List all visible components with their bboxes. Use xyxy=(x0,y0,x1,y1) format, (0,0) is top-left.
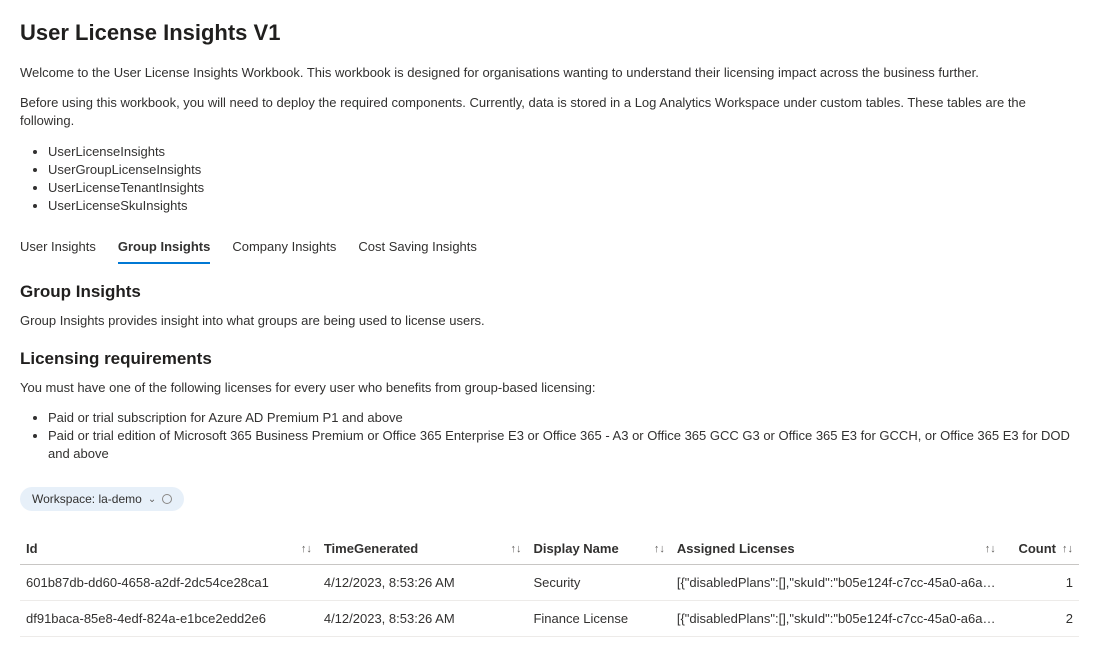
table-row[interactable]: df91baca-85e8-4edf-824a-e1bce2edd2e6 4/1… xyxy=(20,601,1079,637)
section-heading-licensing-requirements: Licensing requirements xyxy=(20,349,1079,369)
loading-circle-icon xyxy=(162,494,172,504)
cell-timegenerated: 4/12/2023, 8:53:26 AM xyxy=(318,601,528,637)
column-label: Id xyxy=(26,541,38,556)
section-description-group-insights: Group Insights provides insight into wha… xyxy=(20,312,1079,330)
licensing-requirements-list: Paid or trial subscription for Azure AD … xyxy=(20,409,1079,464)
list-item: Paid or trial edition of Microsoft 365 B… xyxy=(48,427,1079,463)
custom-tables-list: UserLicenseInsights UserGroupLicenseInsi… xyxy=(20,143,1079,216)
workspace-label: Workspace: la-demo xyxy=(32,492,142,506)
chevron-down-icon: ⌄ xyxy=(148,494,156,505)
list-item: UserLicenseSkuInsights xyxy=(48,197,1079,215)
tab-user-insights[interactable]: User Insights xyxy=(20,233,96,264)
table-row[interactable]: 601b87db-dd60-4658-a2df-2dc54ce28ca1 4/1… xyxy=(20,565,1079,601)
intro-paragraph-2: Before using this workbook, you will nee… xyxy=(20,94,1079,130)
group-insights-table: Id ↑↓ TimeGenerated ↑↓ Display Name ↑↓ A… xyxy=(20,533,1079,637)
list-item: Paid or trial subscription for Azure AD … xyxy=(48,409,1079,427)
tab-company-insights[interactable]: Company Insights xyxy=(232,233,336,264)
cell-count: 1 xyxy=(1002,565,1079,601)
table-header-row: Id ↑↓ TimeGenerated ↑↓ Display Name ↑↓ A… xyxy=(20,533,1079,565)
cell-display-name: Finance License xyxy=(527,601,670,637)
tab-cost-saving-insights[interactable]: Cost Saving Insights xyxy=(358,233,477,264)
cell-id: df91baca-85e8-4edf-824a-e1bce2edd2e6 xyxy=(20,601,318,637)
list-item: UserGroupLicenseInsights xyxy=(48,161,1079,179)
column-label: Display Name xyxy=(533,541,618,556)
tab-group-insights[interactable]: Group Insights xyxy=(118,233,210,264)
tab-bar: User Insights Group Insights Company Ins… xyxy=(20,233,1079,264)
cell-count: 2 xyxy=(1002,601,1079,637)
intro-paragraph-1: Welcome to the User License Insights Wor… xyxy=(20,64,1079,82)
cell-id: 601b87db-dd60-4658-a2df-2dc54ce28ca1 xyxy=(20,565,318,601)
column-header-id[interactable]: Id ↑↓ xyxy=(20,533,318,565)
column-label: Count xyxy=(1018,541,1056,556)
column-label: Assigned Licenses xyxy=(677,541,795,556)
section-description-licensing-requirements: You must have one of the following licen… xyxy=(20,379,1079,397)
cell-assigned-licenses: [{"disabledPlans":[],"skuId":"b05e124f-c… xyxy=(671,565,1002,601)
section-heading-group-insights: Group Insights xyxy=(20,282,1079,302)
sort-icon[interactable]: ↑↓ xyxy=(654,543,665,555)
cell-assigned-licenses: [{"disabledPlans":[],"skuId":"b05e124f-c… xyxy=(671,601,1002,637)
column-header-assigned-licenses[interactable]: Assigned Licenses ↑↓ xyxy=(671,533,1002,565)
list-item: UserLicenseInsights xyxy=(48,143,1079,161)
column-header-display-name[interactable]: Display Name ↑↓ xyxy=(527,533,670,565)
page-title: User License Insights V1 xyxy=(20,20,1079,46)
sort-icon[interactable]: ↑↓ xyxy=(1062,543,1073,555)
sort-icon[interactable]: ↑↓ xyxy=(301,543,312,555)
sort-icon[interactable]: ↑↓ xyxy=(510,543,521,555)
workspace-selector-pill[interactable]: Workspace: la-demo ⌄ xyxy=(20,487,184,511)
cell-timegenerated: 4/12/2023, 8:53:26 AM xyxy=(318,565,528,601)
list-item: UserLicenseTenantInsights xyxy=(48,179,1079,197)
column-header-count[interactable]: Count ↑↓ xyxy=(1002,533,1079,565)
column-label: TimeGenerated xyxy=(324,541,418,556)
cell-display-name: Security xyxy=(527,565,670,601)
column-header-timegenerated[interactable]: TimeGenerated ↑↓ xyxy=(318,533,528,565)
sort-icon[interactable]: ↑↓ xyxy=(985,543,996,555)
